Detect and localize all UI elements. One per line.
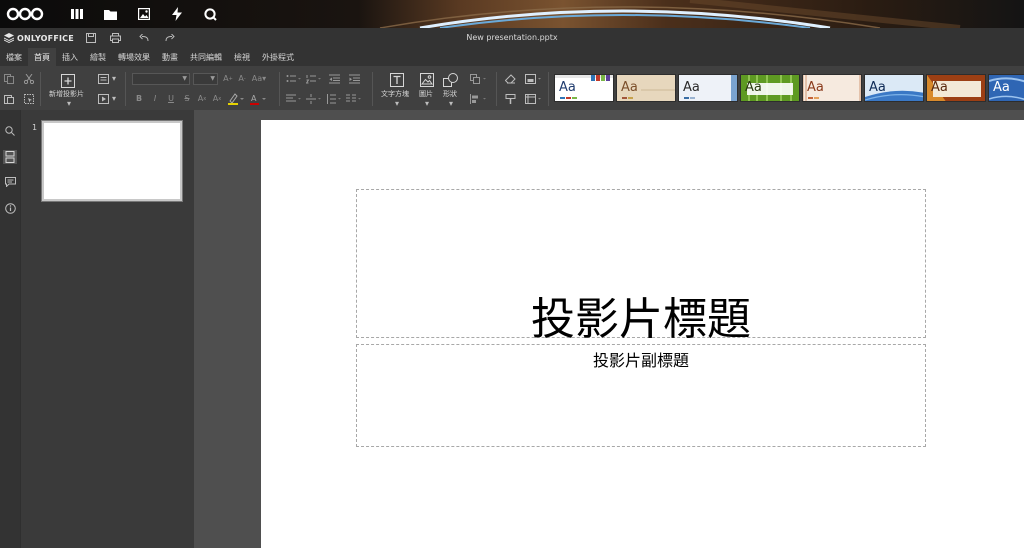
ribbon-toolbar: 新增投影片 ▾ ▾ ▾ ▼ ▼ A+ A- Aa▾ B I U S Ax Ax <box>0 66 1024 110</box>
theme-blank[interactable]: Aa <box>554 74 614 102</box>
search-icon[interactable] <box>3 124 17 138</box>
slide-title[interactable]: 投影片標題 <box>357 283 925 347</box>
highlight-color-icon[interactable] <box>228 93 244 105</box>
activity-icon[interactable] <box>168 5 186 23</box>
line-spacing-icon[interactable] <box>326 93 342 105</box>
paste-icon[interactable] <box>3 93 15 105</box>
header-background-image <box>0 0 1024 28</box>
chevron-down-icon[interactable]: ▾ <box>421 98 433 110</box>
tab-draw[interactable]: 繪製 <box>84 48 112 66</box>
document-title: New presentation.pptx <box>466 33 558 42</box>
ribbon-tabs: 檔案 首頁 插入 繪製 轉場效果 動畫 共同編輯 檢視 外掛程式 <box>0 48 1024 66</box>
editor-header: ONLYOFFICE New presentation.pptx <box>0 28 1024 48</box>
slide-canvas[interactable]: 投影片標題 投影片副標題 <box>261 120 1024 548</box>
copy-style-icon[interactable] <box>504 93 516 105</box>
slide-subtitle[interactable]: 投影片副標題 <box>357 347 925 371</box>
comments-icon[interactable] <box>3 175 17 189</box>
theme-safari-label: Aa <box>931 80 948 95</box>
text-box-icon[interactable] <box>389 72 405 88</box>
svg-text:A: A <box>251 94 257 103</box>
theme-official[interactable]: Aa <box>678 74 738 102</box>
slide-size-icon[interactable] <box>525 73 543 85</box>
chevron-down-icon[interactable]: ▾ <box>108 93 120 105</box>
tab-transitions[interactable]: 轉場效果 <box>112 48 156 66</box>
info-icon[interactable] <box>3 201 17 215</box>
chevron-down-icon[interactable]: ▾ <box>63 98 75 110</box>
add-slide-icon[interactable] <box>60 73 76 89</box>
theme-green-leaf-label: Aa <box>745 80 762 95</box>
font-size-combo[interactable]: ▼ <box>193 73 218 85</box>
increase-indent-icon[interactable] <box>348 73 360 85</box>
photos-icon[interactable] <box>135 5 153 23</box>
clear-style-icon[interactable] <box>504 73 516 85</box>
increase-font-icon[interactable]: A + <box>222 73 234 85</box>
theme-lines[interactable]: Aa <box>802 74 862 102</box>
theme-safari[interactable]: Aa <box>926 74 986 102</box>
theme-office-label: Aa <box>869 80 886 95</box>
chevron-down-icon[interactable]: ▾ <box>108 73 120 85</box>
files-icon[interactable] <box>101 5 119 23</box>
shape-icon[interactable] <box>443 72 459 88</box>
chevron-down-icon[interactable]: ▾ <box>445 98 457 110</box>
cut-icon[interactable] <box>23 73 35 85</box>
font-color-icon[interactable]: A <box>250 93 268 105</box>
nextcloud-logo-icon[interactable] <box>5 5 45 23</box>
tab-collaboration[interactable]: 共同編輯 <box>184 48 228 66</box>
left-sidebar <box>0 110 20 548</box>
theme-blue-label: Aa <box>993 80 1010 95</box>
title-placeholder[interactable]: 投影片標題 <box>356 189 926 345</box>
theme-classic[interactable]: Aa <box>616 74 676 102</box>
copy-icon[interactable] <box>3 73 15 85</box>
image-icon[interactable] <box>419 72 435 88</box>
align-shape-icon[interactable] <box>470 93 488 105</box>
slide-thumbnail[interactable] <box>41 120 183 202</box>
tab-file[interactable]: 檔案 <box>0 48 28 66</box>
search-icon[interactable] <box>201 5 219 23</box>
superscript-icon[interactable]: Ax <box>196 93 208 105</box>
tab-plugins[interactable]: 外掛程式 <box>256 48 300 66</box>
slide-settings-icon[interactable] <box>525 93 543 105</box>
theme-official-label: Aa <box>683 80 700 95</box>
tab-animation[interactable]: 動畫 <box>156 48 184 66</box>
decrease-indent-icon[interactable] <box>328 73 340 85</box>
app-window: ONLYOFFICE New presentation.pptx 檔案 首頁 插… <box>0 0 1024 548</box>
tab-insert[interactable]: 插入 <box>56 48 84 66</box>
theme-blue[interactable]: Aa <box>988 74 1024 102</box>
font-name-combo[interactable]: ▼ <box>132 73 190 85</box>
slide-thumbnails-panel: 1 <box>20 110 194 548</box>
numbered-list-icon[interactable] <box>306 73 322 85</box>
arrange-icon[interactable] <box>470 73 488 85</box>
slides-panel-icon[interactable] <box>3 150 17 164</box>
decrease-font-icon[interactable]: A- <box>236 73 248 85</box>
columns-icon[interactable] <box>346 93 362 105</box>
align-left-icon[interactable] <box>286 93 302 105</box>
subtitle-placeholder[interactable]: 投影片副標題 <box>356 344 926 447</box>
bullet-list-icon[interactable] <box>286 73 302 85</box>
theme-green-leaf[interactable]: Aa <box>740 74 800 102</box>
bold-icon[interactable]: B <box>133 93 145 105</box>
italic-icon[interactable]: I <box>149 93 161 105</box>
theme-lines-label: Aa <box>807 80 824 95</box>
slide-number: 1 <box>32 123 38 132</box>
select-all-icon[interactable] <box>23 93 35 105</box>
tab-home[interactable]: 首頁 <box>28 48 56 66</box>
tab-view[interactable]: 檢視 <box>228 48 256 66</box>
change-case-icon[interactable]: Aa▾ <box>250 73 268 85</box>
subscript-icon[interactable]: Ax <box>211 93 223 105</box>
strikethrough-icon[interactable]: S <box>181 93 193 105</box>
underline-icon[interactable]: U <box>165 93 177 105</box>
vertical-align-icon[interactable] <box>306 93 322 105</box>
nextcloud-top-bar <box>0 0 1024 28</box>
chevron-down-icon: ▼ <box>182 75 187 82</box>
chevron-down-icon[interactable]: ▾ <box>391 98 403 110</box>
chevron-down-icon: ▼ <box>210 75 215 82</box>
theme-classic-label: Aa <box>621 80 638 95</box>
theme-office[interactable]: Aa <box>864 74 924 102</box>
theme-blank-label: Aa <box>559 80 576 95</box>
dashboard-icon[interactable] <box>68 5 86 23</box>
slide-editing-area: 投影片標題 投影片副標題 <box>194 110 1024 548</box>
